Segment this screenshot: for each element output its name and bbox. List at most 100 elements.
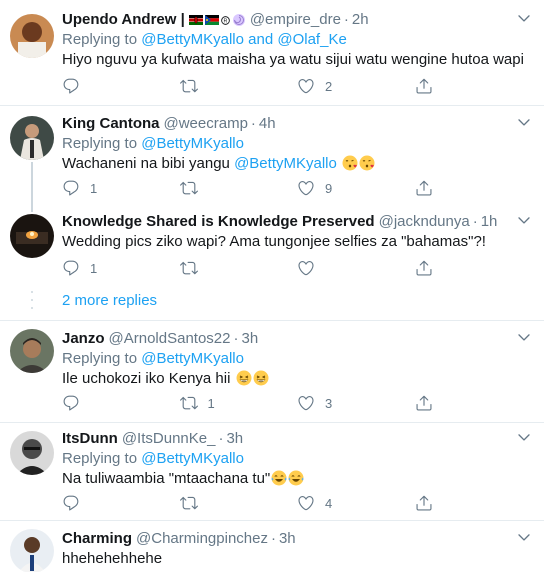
like-count: 4 [325, 495, 333, 511]
user-handle[interactable]: @jackndunya [379, 212, 470, 232]
user-handle[interactable]: @empire_dre [250, 10, 341, 30]
reply-button[interactable]: 1 [62, 178, 180, 198]
chevron-down-icon[interactable] [516, 212, 532, 228]
user-handle[interactable]: @ArnoldSantos22 [109, 329, 231, 349]
thread-dots [31, 291, 33, 309]
share-icon [415, 179, 433, 197]
reply-button[interactable] [62, 76, 180, 96]
display-name[interactable]: Janzo [62, 329, 105, 349]
reply-icon [62, 394, 80, 412]
svg-text:R: R [223, 18, 227, 24]
emoji-kissing-heart-icon [359, 155, 375, 171]
timestamp[interactable]: 3h [242, 329, 259, 349]
reply-tweet[interactable]: ItsDunn @ItsDunnKe_ · 3h Replying to @Be… [0, 423, 544, 521]
tweet-text-body: Wachaneni na bibi yangu [62, 155, 230, 172]
tweet-text-body: Ile uchokozi iko Kenya hii [62, 370, 231, 387]
timestamp[interactable]: 2h [352, 10, 369, 30]
replying-to: Replying to @BettyMKyallo [62, 134, 532, 154]
chevron-down-icon[interactable] [516, 429, 532, 445]
tweet-text-body: Na tuliwaambia "mtaachana tu" [62, 470, 271, 487]
tweet-text: Hiyo nguvu ya kufwata maisha ya watu sij… [62, 51, 524, 68]
like-button[interactable] [297, 258, 415, 278]
reply-tweet[interactable]: Janzo @ArnoldSantos22 · 3h Replying to @… [0, 321, 544, 423]
retweet-icon [180, 394, 198, 412]
reply-tweet[interactable]: Upendo Andrew | R @empire_dre · 2h Reply… [0, 0, 544, 106]
reply-tweet[interactable]: Knowledge Shared is Knowledge Preserved … [0, 206, 544, 286]
tweet-text: Wedding pics ziko wapi? Ama tungonjee se… [62, 233, 486, 250]
like-icon [297, 394, 315, 412]
display-name[interactable]: Charming [62, 529, 132, 549]
emoji-laughing-icon [236, 370, 252, 386]
retweet-icon [180, 77, 198, 95]
display-name[interactable]: ItsDunn [62, 429, 118, 449]
mention-and: and [248, 31, 274, 48]
retweet-button[interactable] [180, 178, 298, 198]
timestamp[interactable]: 3h [279, 529, 296, 549]
separator-dot: · [270, 530, 276, 547]
show-more-replies[interactable]: 2 more replies [0, 283, 544, 321]
tweet-text: Wachaneni na bibi yangu @BettyMKyallo [62, 154, 532, 174]
mention-link[interactable]: @BettyMKyallo [141, 450, 244, 467]
avatar[interactable] [10, 14, 54, 58]
display-name[interactable]: Knowledge Shared is Knowledge Preserved [62, 212, 375, 232]
chevron-down-icon[interactable] [516, 529, 532, 545]
tweet-text: Ile uchokozi iko Kenya hii [62, 369, 532, 389]
avatar[interactable] [10, 116, 54, 160]
chevron-down-icon[interactable] [516, 329, 532, 345]
replying-to: Replying to @BettyMKyallo [62, 449, 532, 469]
user-handle[interactable]: @weecramp [164, 114, 248, 134]
share-button[interactable] [415, 178, 533, 198]
display-name[interactable]: King Cantona [62, 114, 160, 134]
timestamp[interactable]: 1h [481, 212, 498, 232]
retweet-icon [180, 179, 198, 197]
cyclone-icon [232, 14, 245, 26]
separator-dot: · [343, 11, 349, 28]
display-name[interactable]: Upendo Andrew | [62, 10, 185, 30]
user-handle[interactable]: @Charmingpinchez [136, 529, 268, 549]
share-icon [415, 394, 433, 412]
emoji-tears-of-joy-icon [288, 470, 304, 486]
reply-tweet[interactable]: King Cantona @weecramp · 4h Replying to … [0, 106, 544, 206]
mention-link[interactable]: @BettyMKyallo [141, 31, 244, 48]
mention-link[interactable]: @BettyMKyallo [141, 135, 244, 152]
share-button[interactable] [415, 258, 533, 278]
avatar[interactable] [10, 329, 54, 373]
emoji-kissing-heart-icon [342, 155, 358, 171]
flag-emojis: R [188, 13, 246, 27]
user-handle[interactable]: @ItsDunnKe_ [122, 429, 216, 449]
timestamp[interactable]: 3h [226, 429, 243, 449]
registered-icon: R [220, 15, 230, 25]
tweet-text: hhehehehhehe [62, 550, 163, 567]
mention-link[interactable]: @BettyMKyallo [141, 350, 244, 367]
retweet-button[interactable] [180, 76, 298, 96]
chevron-down-icon[interactable] [516, 114, 532, 130]
avatar[interactable] [10, 214, 54, 258]
share-button[interactable] [415, 493, 533, 513]
reply-button[interactable]: 1 [62, 258, 180, 278]
like-button[interactable]: 3 [297, 393, 415, 413]
reply-tweet[interactable]: Charming @Charmingpinchez · 3h hhehehehh… [0, 521, 544, 572]
retweet-button[interactable] [180, 493, 298, 513]
like-icon [297, 179, 315, 197]
timestamp[interactable]: 4h [259, 114, 276, 134]
thread-line [31, 162, 33, 206]
like-icon [297, 77, 315, 95]
reply-button[interactable] [62, 493, 180, 513]
avatar[interactable] [10, 529, 54, 572]
retweet-icon [180, 259, 198, 277]
retweet-button[interactable] [180, 258, 298, 278]
mention-link[interactable]: @Olaf_Ke [277, 31, 346, 48]
like-button[interactable]: 2 [297, 76, 415, 96]
more-replies-link[interactable]: 2 more replies [62, 292, 157, 309]
retweet-button[interactable]: 1 [180, 393, 298, 413]
share-button[interactable] [415, 76, 533, 96]
avatar[interactable] [10, 431, 54, 475]
reply-button[interactable] [62, 393, 180, 413]
kenya-flag-icon [188, 15, 203, 25]
like-button[interactable]: 9 [297, 178, 415, 198]
share-button[interactable] [415, 393, 533, 413]
chevron-down-icon[interactable] [516, 10, 532, 26]
reply-count: 1 [90, 260, 98, 276]
mention-link[interactable]: @BettyMKyallo [234, 155, 337, 172]
like-button[interactable]: 4 [297, 493, 415, 513]
